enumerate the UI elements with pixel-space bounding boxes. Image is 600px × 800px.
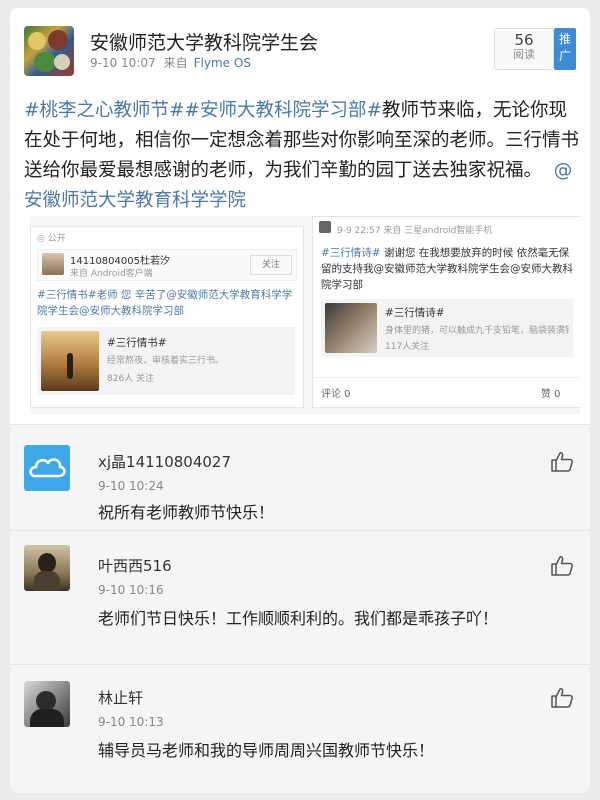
promote-button[interactable]: 推广 xyxy=(554,28,576,70)
thumbs-up-icon[interactable] xyxy=(550,555,574,577)
commenter-avatar[interactable] xyxy=(24,681,70,727)
embedded-user-sub: 来自 Android客户端 xyxy=(70,269,153,279)
embedded-right-photo xyxy=(325,303,377,353)
embedded-like-count: 赞 0 xyxy=(541,389,561,400)
embedded-comment-count: 评论 0 xyxy=(321,389,351,400)
embedded-right-inner: #三行情诗# 身体里的猪，可以触成九千支铅笔，脑袋装满铅笔头... 117人关注 xyxy=(321,299,573,357)
embedded-right-meta: 9-9 22:57 来自 三星android智能手机 xyxy=(337,226,493,236)
commenter-avatar[interactable] xyxy=(24,445,70,491)
public-label: ◎ 公开 xyxy=(37,234,66,244)
embedded-right-text: #三行情诗# 谢谢您 在我想要放弃的时候 依然毫无保留的支持我@安徽师范大学教科… xyxy=(321,247,573,291)
weibo-post-page: 安徽师范大学教科院学生会 9-10 10:07 来自 Flyme OS 56 阅读 … xyxy=(10,8,590,793)
comment-item: xj晶14110804027 9-10 10:24 祝所有老师教师节快乐！ xyxy=(10,424,590,531)
comment-time: 9-10 10:13 xyxy=(98,715,164,729)
embedded-user-avatar xyxy=(42,253,64,275)
comment-text: 祝所有老师教师节快乐！ xyxy=(98,503,275,522)
post-header: 安徽师范大学教科院学生会 9-10 10:07 来自 Flyme OS 56 阅读 … xyxy=(10,8,590,98)
commenter-name[interactable]: 林止轩 xyxy=(98,687,143,708)
embedded-left-card: ◎ 公开 14110804005杜若汐 来自 Android客户端 关注 #三行… xyxy=(30,226,304,408)
comment-text: 辅导员马老师和我的导师周周兴国教师节快乐！ xyxy=(98,741,435,760)
comment-time: 9-10 10:16 xyxy=(98,583,164,597)
post-source[interactable]: Flyme OS xyxy=(194,56,251,70)
comment-text: 老师们节日快乐！工作顺顺利利的。我们都是乖孩子吖！ xyxy=(98,609,499,628)
embedded-right-inner-sub: 117人关注 xyxy=(385,342,430,352)
embedded-left-inner-title: #三行情书# xyxy=(107,337,167,349)
hashtag-link[interactable]: #安师大教科院学习部# xyxy=(185,100,383,121)
post-text: #桃李之心教师节##安师大教科院学习部#教师节来临，无论你现在处于何地，相信你一… xyxy=(24,96,580,216)
commenter-avatar[interactable] xyxy=(24,545,70,591)
post-image[interactable]: ◎ 公开 14110804005杜若汐 来自 Android客户端 关注 #三行… xyxy=(30,216,580,414)
embedded-left-text: #三行情书#老师 您 辛苦了@安徽师范大学教育科学学院学生会@安师大教科院学习部 xyxy=(37,289,293,317)
cloud-icon xyxy=(29,458,66,478)
embedded-right-inner-title: #三行情诗# xyxy=(385,307,445,319)
post-time: 9-10 10:07 xyxy=(90,56,156,70)
embedded-left-inner-sub: 826人 关注 xyxy=(107,374,155,384)
embedded-left-inner: #三行情书# 经常熬夜，审核着实三行书。 826人 关注 xyxy=(37,327,295,395)
comment-item: 林止轩 9-10 10:13 辅导员马老师和我的导师周周兴国教师节快乐！ xyxy=(10,664,590,793)
embedded-user-row: 14110804005杜若汐 来自 Android客户端 关注 xyxy=(37,249,297,281)
thumbs-up-icon[interactable] xyxy=(550,687,574,709)
account-name[interactable]: 安徽师范大学教科院学生会 xyxy=(90,28,318,55)
post-meta: 9-10 10:07 来自 Flyme OS xyxy=(90,54,251,71)
embedded-follow-button: 关注 xyxy=(250,255,292,275)
account-avatar[interactable] xyxy=(24,26,74,76)
thumbs-up-icon[interactable] xyxy=(550,451,574,473)
commenter-name[interactable]: 叶西西516 xyxy=(98,555,172,576)
hashtag-link[interactable]: #桃李之心教师节# xyxy=(24,100,185,121)
comment-item: 叶西西516 9-10 10:16 老师们节日快乐！工作顺顺利利的。我们都是乖孩… xyxy=(10,530,590,665)
embedded-left-photo xyxy=(41,331,99,391)
globe-icon: ◎ xyxy=(37,234,45,244)
embedded-right-avatar xyxy=(319,221,331,233)
read-count: 56 xyxy=(514,31,534,49)
embedded-right-card: 9-9 22:57 来自 三星android智能手机 #三行情诗# 谢谢您 在我… xyxy=(312,216,580,408)
embedded-user-name: 14110804005杜若汐 xyxy=(70,256,170,267)
read-label: 阅读 xyxy=(513,48,535,61)
read-count-box: 56 阅读 xyxy=(494,28,554,70)
source-prefix: 来自 xyxy=(163,56,188,70)
embedded-right-inner-text: 身体里的猪，可以触成九千支铅笔，脑袋装满铅笔头... xyxy=(385,326,569,336)
comment-time: 9-10 10:24 xyxy=(98,479,164,493)
embedded-left-inner-text: 经常熬夜，审核着实三行书。 xyxy=(107,356,225,366)
commenter-name[interactable]: xj晶14110804027 xyxy=(98,451,231,472)
